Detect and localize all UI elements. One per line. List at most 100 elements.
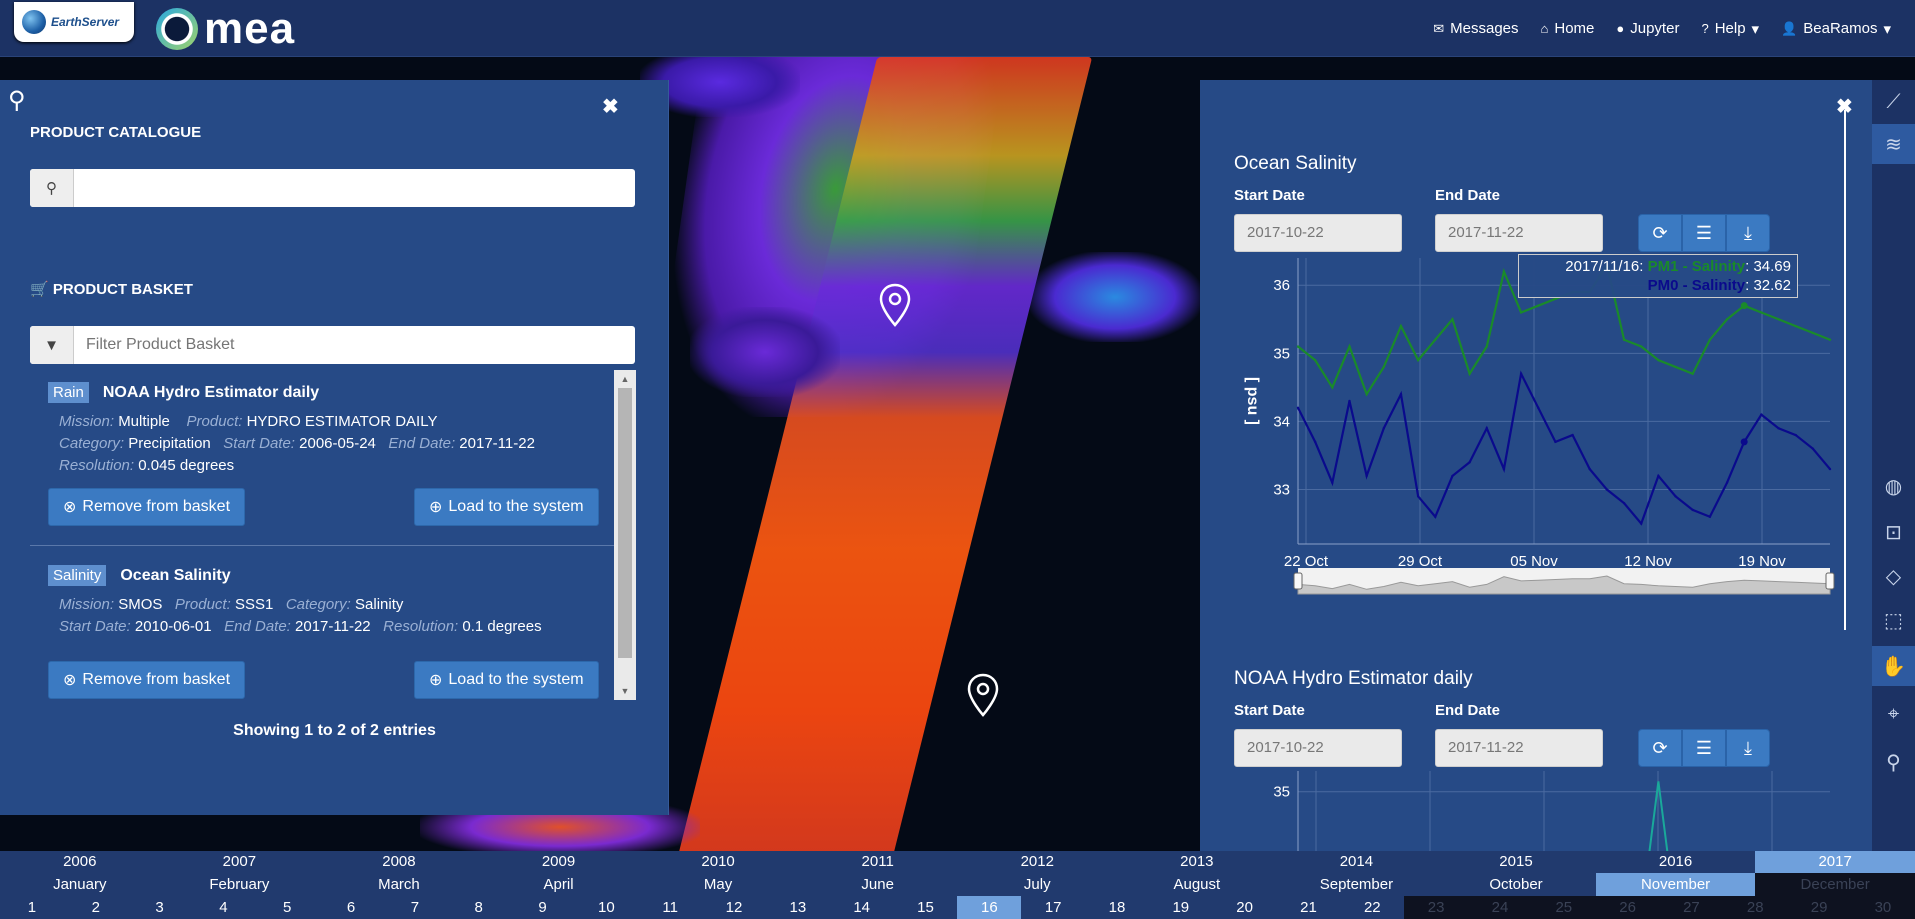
download-button[interactable]: ⤓: [1726, 214, 1770, 252]
timeline-year[interactable]: 2013: [1117, 851, 1277, 873]
timeline-day[interactable]: 4: [191, 896, 255, 919]
scroll-up-icon[interactable]: ▲: [614, 370, 636, 388]
timeline-month[interactable]: July: [957, 873, 1117, 896]
timeline-day[interactable]: 25: [1531, 896, 1596, 919]
data-point: [1519, 372, 1523, 375]
timeline-day[interactable]: 16: [957, 896, 1022, 919]
timeline-day[interactable]: 7: [383, 896, 447, 919]
timeline-month[interactable]: March: [319, 873, 479, 896]
earthserver-logo[interactable]: EarthServer: [14, 2, 134, 42]
chart-line-icon[interactable]: ⟋: [1872, 82, 1915, 122]
eraser-icon[interactable]: ◇: [1872, 556, 1915, 596]
start-date-input[interactable]: 2017-10-22: [1234, 214, 1402, 252]
globe-icon[interactable]: ◍: [1872, 466, 1915, 506]
timeline-day[interactable]: 21: [1277, 896, 1341, 919]
timeline-year[interactable]: 2012: [957, 851, 1117, 873]
hand-pan-icon[interactable]: ✋: [1872, 646, 1915, 686]
timeline-day[interactable]: 9: [511, 896, 575, 919]
timeline-day[interactable]: 14: [830, 896, 894, 919]
search-icon[interactable]: ⚲: [8, 86, 26, 115]
timeline-day[interactable]: 29: [1787, 896, 1852, 919]
list-button[interactable]: ☰: [1682, 729, 1726, 767]
timeline-month[interactable]: November: [1595, 873, 1756, 896]
nav-help[interactable]: ? Help ▾: [1701, 20, 1759, 38]
timeline-year[interactable]: 2017: [1755, 851, 1915, 873]
timeline-day[interactable]: 6: [319, 896, 383, 919]
timeline-day[interactable]: 3: [128, 896, 192, 919]
hydro-estimator-chart[interactable]: 3035: [1220, 766, 1845, 851]
basket-scrollbar[interactable]: ▲ ▼: [614, 370, 636, 700]
load-to-system-button[interactable]: ⊕ Load to the system: [414, 488, 599, 526]
timeline-day[interactable]: 20: [1213, 896, 1277, 919]
timeline-year[interactable]: 2014: [1277, 851, 1437, 873]
mea-logo[interactable]: mea: [156, 7, 295, 51]
catalogue-search-input[interactable]: [74, 169, 635, 207]
close-icon[interactable]: ✖: [602, 94, 619, 119]
timeline-month[interactable]: January: [0, 873, 160, 896]
timeline-day[interactable]: 2: [64, 896, 128, 919]
timeline-day[interactable]: 10: [574, 896, 638, 919]
timeline-month[interactable]: September: [1277, 873, 1437, 896]
remove-from-basket-button[interactable]: ⊗ Remove from basket: [48, 488, 246, 526]
timeline-year[interactable]: 2016: [1596, 851, 1756, 873]
scroll-down-icon[interactable]: ▼: [614, 682, 636, 700]
timeline-month[interactable]: August: [1117, 873, 1277, 896]
refresh-button[interactable]: ⟳: [1638, 729, 1682, 767]
data-point: [1811, 447, 1815, 450]
timeline-month[interactable]: December: [1755, 873, 1915, 896]
timeline-day[interactable]: 5: [255, 896, 319, 919]
end-date-input[interactable]: 2017-11-22: [1435, 729, 1603, 767]
timeline-year[interactable]: 2008: [319, 851, 479, 873]
end-date-input[interactable]: 2017-11-22: [1435, 214, 1603, 252]
basket-filter-input[interactable]: [74, 326, 635, 364]
caret-down-icon: ▾: [1883, 20, 1891, 38]
map-pin-icon[interactable]: ⌖: [1872, 694, 1915, 734]
timeline-day[interactable]: 1: [0, 896, 64, 919]
map-pin-icon[interactable]: [878, 283, 912, 327]
timeline-day[interactable]: 12: [702, 896, 766, 919]
nav-messages[interactable]: ✉ Messages: [1433, 20, 1518, 37]
map-pin-icon[interactable]: [966, 673, 1000, 717]
timeline-month[interactable]: April: [479, 873, 639, 896]
remove-from-basket-button[interactable]: ⊗ Remove from basket: [48, 661, 246, 699]
timeline-day[interactable]: 30: [1851, 896, 1915, 919]
timeline-day[interactable]: 18: [1085, 896, 1149, 919]
nav-user[interactable]: 👤 BeaRamos ▾: [1781, 20, 1891, 38]
timeline-day[interactable]: 13: [766, 896, 830, 919]
timeline-month[interactable]: October: [1436, 873, 1596, 896]
timeline-day[interactable]: 19: [1149, 896, 1213, 919]
start-date-input[interactable]: 2017-10-22: [1234, 729, 1402, 767]
timeline-month[interactable]: June: [798, 873, 958, 896]
timeline-day[interactable]: 15: [894, 896, 958, 919]
timeline-day[interactable]: 8: [447, 896, 511, 919]
timeline-day[interactable]: 23: [1404, 896, 1469, 919]
salinity-chart[interactable]: 33 34 35 36 22 Oct 29 Oct 05 Nov 12 Nov 19 Nov [ …: [1220, 250, 1845, 610]
timeline-year[interactable]: 2011: [798, 851, 958, 873]
timeline-day[interactable]: 17: [1021, 896, 1085, 919]
load-to-system-button[interactable]: ⊕ Load to the system: [414, 661, 599, 699]
timeline-day[interactable]: 27: [1659, 896, 1724, 919]
select-box-icon[interactable]: ⬚: [1872, 600, 1915, 640]
nav-home[interactable]: ⌂ Home: [1541, 20, 1595, 37]
refresh-button[interactable]: ⟳: [1638, 214, 1682, 252]
nav-jupyter[interactable]: ● Jupyter: [1616, 20, 1679, 37]
timeline-year[interactable]: 2010: [638, 851, 798, 873]
timeline-year[interactable]: 2006: [0, 851, 160, 873]
timeline-month[interactable]: February: [160, 873, 320, 896]
search-icon[interactable]: ⚲: [1872, 742, 1915, 782]
timeline-month[interactable]: May: [638, 873, 798, 896]
timeline-day[interactable]: 28: [1723, 896, 1788, 919]
scroll-thumb[interactable]: [618, 388, 632, 658]
download-button[interactable]: ⤓: [1726, 729, 1770, 767]
timeline-day[interactable]: 26: [1595, 896, 1660, 919]
timeline-year[interactable]: 2007: [160, 851, 320, 873]
timeline-year[interactable]: 2015: [1436, 851, 1596, 873]
layers-icon[interactable]: ≋: [1872, 124, 1915, 164]
timeline-year[interactable]: 2009: [479, 851, 639, 873]
timeline-day[interactable]: 24: [1468, 896, 1532, 919]
data-point: [1622, 501, 1626, 505]
zoom-region-icon[interactable]: ⊡: [1872, 512, 1915, 552]
timeline-day[interactable]: 22: [1340, 896, 1404, 919]
list-button[interactable]: ☰: [1682, 214, 1726, 252]
timeline-day[interactable]: 11: [638, 896, 702, 919]
